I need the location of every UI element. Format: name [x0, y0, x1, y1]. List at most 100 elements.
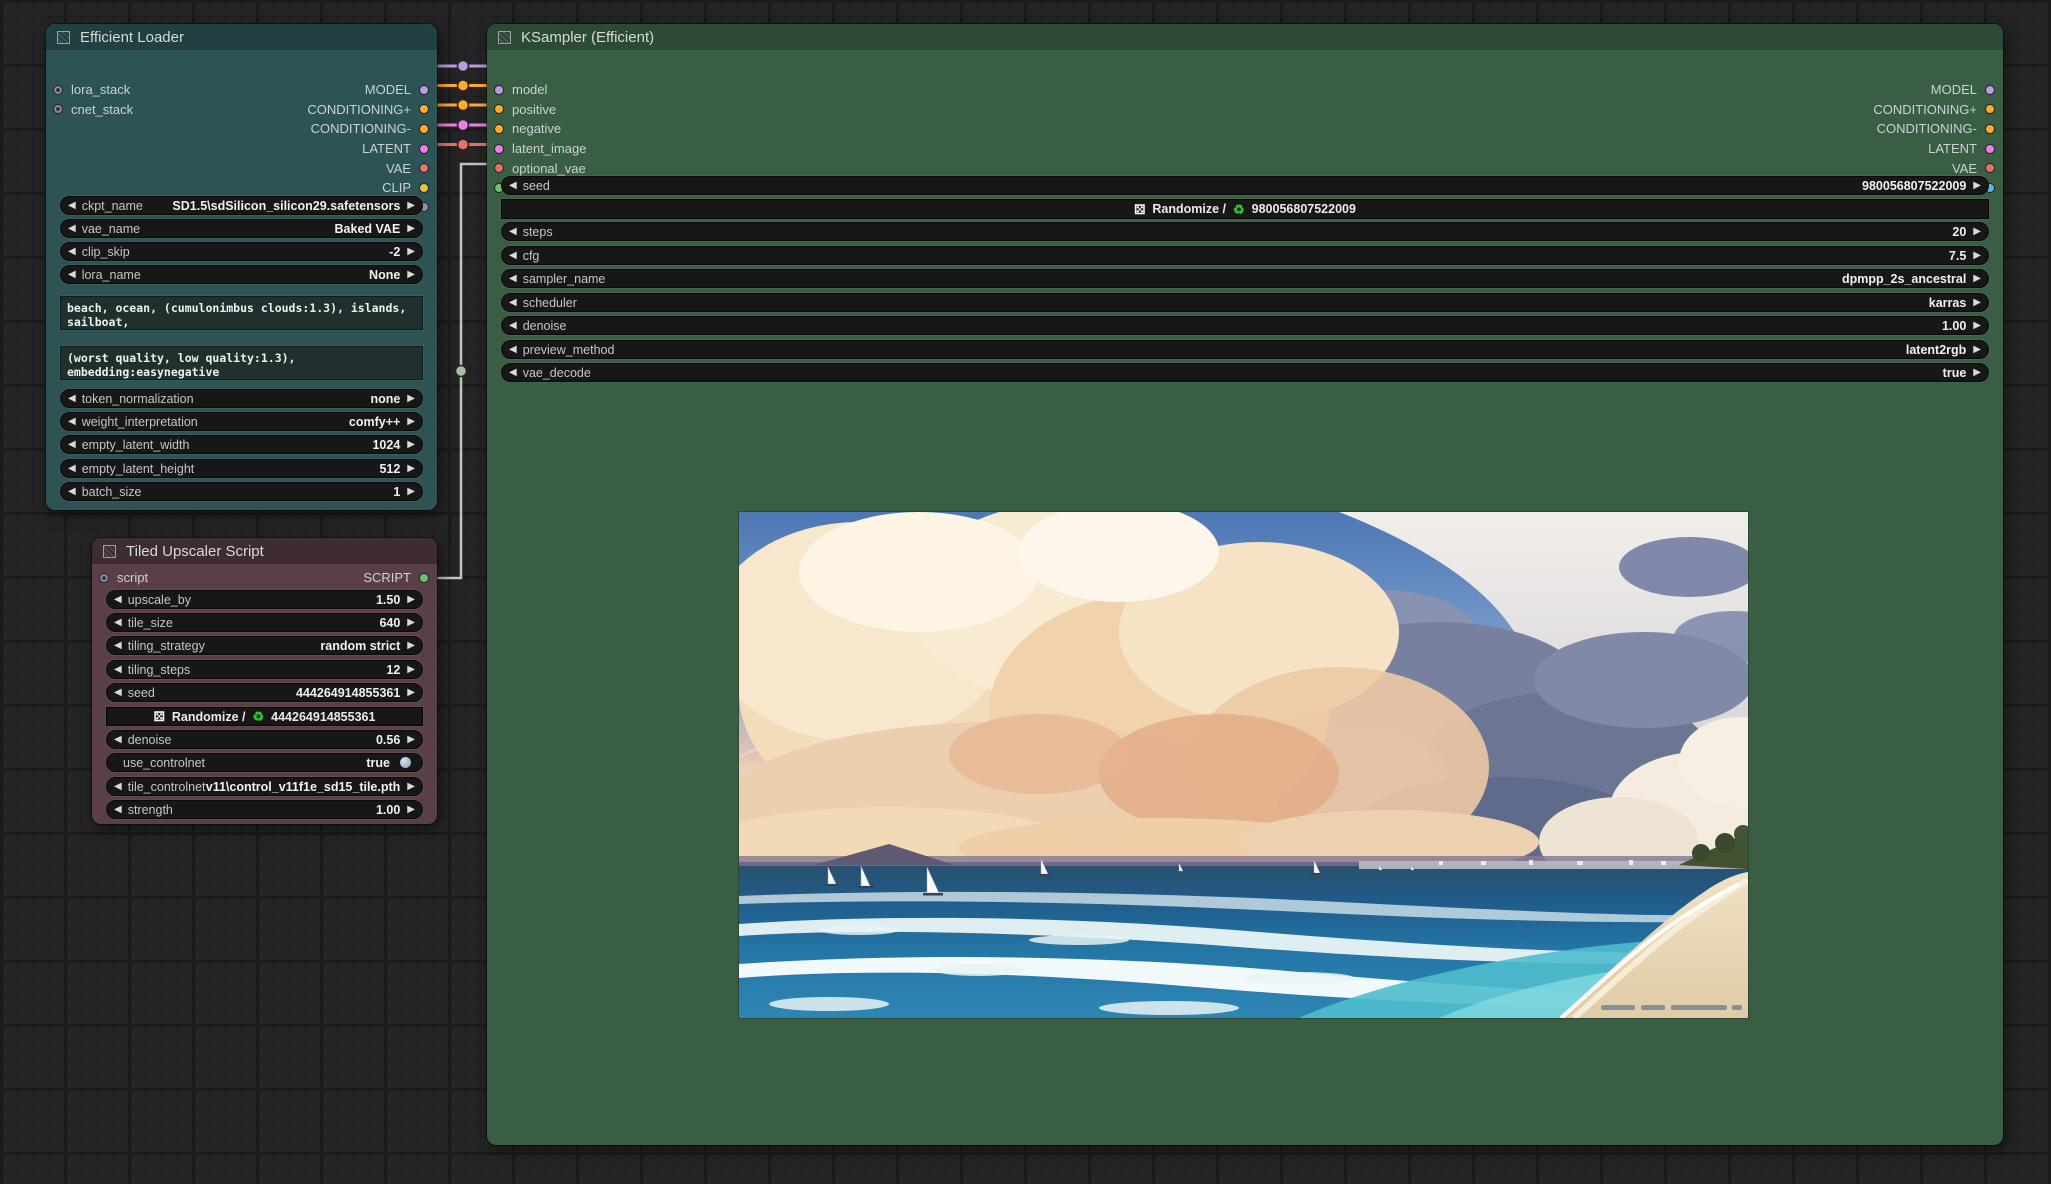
slot-dot-icon[interactable] [419, 183, 429, 193]
widget-tile-size[interactable]: ◀ tile_size 640 ▶ [106, 613, 423, 632]
arrow-right-icon[interactable]: ▶ [407, 247, 415, 257]
slot-dot-icon[interactable] [419, 85, 429, 95]
widget-empty-latent-width[interactable]: ◀ empty_latent_width 1024 ▶ [60, 435, 423, 454]
input-slot-negative[interactable]: negative [494, 119, 674, 139]
slot-dot-icon[interactable] [53, 104, 63, 114]
arrow-left-icon[interactable]: ◀ [114, 805, 122, 815]
node-titlebar[interactable]: Tiled Upscaler Script [92, 538, 437, 564]
slot-dot-icon[interactable] [419, 124, 429, 134]
arrow-left-icon[interactable]: ◀ [509, 368, 517, 378]
arrow-right-icon[interactable]: ▶ [407, 735, 415, 745]
arrow-left-icon[interactable]: ◀ [68, 201, 76, 211]
widget-tiling-strategy[interactable]: ◀ tiling_strategy random strict ▶ [106, 636, 423, 655]
arrow-right-icon[interactable]: ▶ [407, 782, 415, 792]
node-titlebar[interactable]: KSampler (Efficient) [487, 24, 2003, 50]
arrow-right-icon[interactable]: ▶ [1973, 345, 1981, 355]
slot-dot-icon[interactable] [494, 124, 504, 134]
arrow-right-icon[interactable]: ▶ [407, 665, 415, 675]
arrow-right-icon[interactable]: ▶ [407, 641, 415, 651]
arrow-left-icon[interactable]: ◀ [114, 665, 122, 675]
output-slot-conditioning-plus[interactable]: CONDITIONING+ [1775, 100, 1995, 120]
arrow-right-icon[interactable]: ▶ [407, 417, 415, 427]
slot-dot-icon[interactable] [494, 104, 504, 114]
widget-lora-name[interactable]: ◀ lora_name None ▶ [60, 265, 423, 284]
slot-dot-icon[interactable] [1985, 144, 1995, 154]
arrow-left-icon[interactable]: ◀ [68, 440, 76, 450]
input-slot-script[interactable]: script [99, 568, 148, 588]
widget-scheduler[interactable]: ◀ scheduler karras ▶ [501, 293, 1989, 312]
widget-weight-interpretation[interactable]: ◀ weight_interpretation comfy++ ▶ [60, 412, 423, 431]
widget-empty-latent-height[interactable]: ◀ empty_latent_height 512 ▶ [60, 459, 423, 478]
input-slot-positive[interactable]: positive [494, 100, 674, 120]
node-titlebar[interactable]: Efficient Loader [46, 24, 437, 50]
output-slot-latent[interactable]: LATENT [209, 139, 429, 159]
slot-dot-icon[interactable] [1985, 104, 1995, 114]
randomize-button[interactable]: ⚄ Randomize / ♻ 980056807522009 [501, 199, 1989, 219]
arrow-right-icon[interactable]: ▶ [407, 618, 415, 628]
arrow-right-icon[interactable]: ▶ [407, 201, 415, 211]
arrow-right-icon[interactable]: ▶ [407, 440, 415, 450]
randomize-button[interactable]: ⚄ Randomize / ♻ 444264914855361 [106, 707, 423, 726]
slot-dot-icon[interactable] [53, 85, 63, 95]
arrow-right-icon[interactable]: ▶ [407, 805, 415, 815]
widget-seed[interactable]: ◀ seed 980056807522009 ▶ [501, 176, 1989, 195]
slot-dot-icon[interactable] [99, 573, 109, 583]
arrow-left-icon[interactable]: ◀ [509, 181, 517, 191]
output-slot-conditioning-minus[interactable]: CONDITIONING- [209, 119, 429, 139]
collapse-icon[interactable] [103, 545, 116, 558]
widget-vae-name[interactable]: ◀ vae_name Baked VAE ▶ [60, 219, 423, 238]
slot-dot-icon[interactable] [419, 104, 429, 114]
arrow-left-icon[interactable]: ◀ [68, 270, 76, 280]
negative-prompt-textarea[interactable]: (worst quality, low quality:1.3), embedd… [60, 346, 423, 380]
slot-dot-icon[interactable] [419, 163, 429, 173]
arrow-left-icon[interactable]: ◀ [509, 227, 517, 237]
widget-sampler-name[interactable]: ◀ sampler_name dpmpp_2s_ancestral ▶ [501, 269, 1989, 288]
output-slot-clip[interactable]: CLIP [209, 178, 429, 198]
slot-dot-icon[interactable] [494, 85, 504, 95]
output-slot-model[interactable]: MODEL [1775, 80, 1995, 100]
arrow-left-icon[interactable]: ◀ [509, 345, 517, 355]
node-tiled-upscaler-script[interactable]: Tiled Upscaler Script script SCRIPT ◀ up… [92, 538, 437, 824]
arrow-left-icon[interactable]: ◀ [114, 688, 122, 698]
arrow-right-icon[interactable]: ▶ [407, 487, 415, 497]
slot-dot-icon[interactable] [494, 163, 504, 173]
output-slot-vae[interactable]: VAE [209, 158, 429, 178]
arrow-left-icon[interactable]: ◀ [509, 321, 517, 331]
arrow-left-icon[interactable]: ◀ [114, 595, 122, 605]
slot-dot-icon[interactable] [1985, 85, 1995, 95]
widget-token-normalization[interactable]: ◀ token_normalization none ▶ [60, 389, 423, 408]
arrow-left-icon[interactable]: ◀ [68, 247, 76, 257]
slot-dot-icon[interactable] [419, 573, 429, 583]
arrow-right-icon[interactable]: ▶ [1973, 321, 1981, 331]
arrow-left-icon[interactable]: ◀ [68, 417, 76, 427]
output-slot-script[interactable]: SCRIPT [363, 568, 429, 588]
widget-preview-method[interactable]: ◀ preview_method latent2rgb ▶ [501, 340, 1989, 359]
arrow-right-icon[interactable]: ▶ [1973, 274, 1981, 284]
comfyui-canvas[interactable]: { "palette": { "canvas_bg": "#242424", "… [0, 0, 2051, 1184]
arrow-left-icon[interactable]: ◀ [68, 224, 76, 234]
node-efficient-loader[interactable]: Efficient Loader lora_stack cnet_stack M… [46, 24, 437, 510]
arrow-right-icon[interactable]: ▶ [407, 224, 415, 234]
toggle-dot-icon[interactable] [399, 756, 412, 769]
arrow-left-icon[interactable]: ◀ [509, 298, 517, 308]
arrow-right-icon[interactable]: ▶ [407, 394, 415, 404]
arrow-right-icon[interactable]: ▶ [1973, 298, 1981, 308]
widget-denoise[interactable]: ◀ denoise 1.00 ▶ [501, 316, 1989, 335]
widget-ckpt-name[interactable]: ◀ ckpt_name SD1.5\sdSilicon_silicon29.sa… [60, 196, 423, 215]
input-slot-latent-image[interactable]: latent_image [494, 139, 674, 159]
arrow-right-icon[interactable]: ▶ [1973, 368, 1981, 378]
slot-dot-icon[interactable] [1985, 124, 1995, 134]
node-ksampler-efficient[interactable]: KSampler (Efficient) model positive nega… [487, 24, 2003, 1145]
arrow-left-icon[interactable]: ◀ [114, 735, 122, 745]
input-slot-model[interactable]: model [494, 80, 674, 100]
arrow-right-icon[interactable]: ▶ [1973, 227, 1981, 237]
output-slot-model[interactable]: MODEL [209, 80, 429, 100]
widget-use-controlnet-toggle[interactable]: use_controlnet true [106, 753, 423, 772]
arrow-right-icon[interactable]: ▶ [407, 464, 415, 474]
input-slot-cnet-stack[interactable]: cnet_stack [53, 100, 223, 120]
arrow-left-icon[interactable]: ◀ [509, 274, 517, 284]
slot-dot-icon[interactable] [494, 144, 504, 154]
arrow-right-icon[interactable]: ▶ [407, 270, 415, 280]
arrow-right-icon[interactable]: ▶ [1973, 181, 1981, 191]
widget-batch-size[interactable]: ◀ batch_size 1 ▶ [60, 482, 423, 501]
